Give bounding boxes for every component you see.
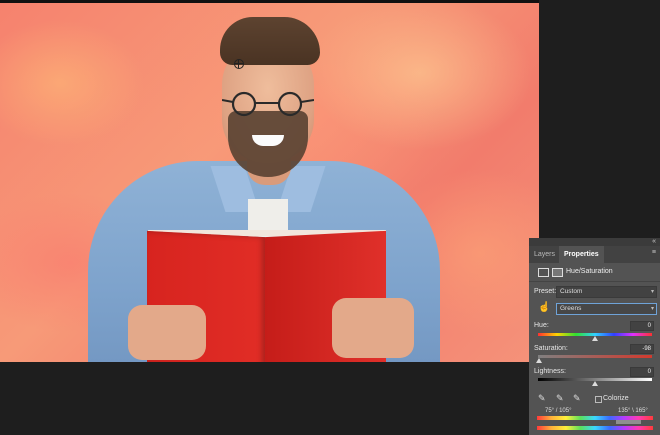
eyedropper-subtract-icon[interactable]: ✎ [573, 393, 581, 404]
tab-layers[interactable]: Layers [529, 246, 560, 263]
workspace-background [539, 0, 660, 238]
lightness-label: Lightness: [534, 368, 566, 375]
adjustment-title: Hue/Saturation [566, 268, 613, 275]
right-hand [332, 298, 414, 358]
eyedropper-add-icon[interactable]: ✎ [556, 393, 564, 404]
preset-select[interactable]: Custom ▾ [556, 286, 657, 298]
channel-select[interactable]: Greens ▾ [556, 303, 657, 315]
workspace-background-bottom [0, 362, 529, 435]
subject-glasses [222, 91, 314, 117]
lightness-slider-thumb[interactable] [592, 381, 598, 386]
properties-panel: « Layers Properties ≡ Hue/Saturation Pre… [529, 238, 660, 435]
panel-title-bar: « [529, 238, 660, 246]
eyedropper-icon[interactable]: ✎ [538, 393, 546, 404]
tab-properties[interactable]: Properties [559, 246, 604, 263]
document-canvas[interactable] [0, 3, 539, 362]
colorize-label: Colorize [603, 395, 629, 402]
colorize-checkbox[interactable] [595, 396, 602, 403]
collapse-panel-icon[interactable]: « [652, 238, 656, 245]
hue-label: Hue: [534, 322, 549, 329]
layer-mask-icon[interactable] [552, 268, 563, 277]
preset-value: Custom [560, 288, 583, 295]
color-spectrum-bottom [537, 426, 653, 430]
chevron-down-icon: ▾ [650, 289, 654, 295]
hue-value-field[interactable]: 0 [630, 321, 654, 331]
range-right-text: 135° \ 165° [618, 408, 648, 414]
saturation-slider-track[interactable] [538, 355, 652, 358]
chevron-down-icon: ▾ [650, 306, 654, 312]
saturation-label: Saturation: [534, 345, 568, 352]
color-range-bar[interactable] [616, 420, 641, 424]
panel-menu-icon[interactable]: ≡ [652, 249, 656, 256]
saturation-value-field[interactable]: -98 [630, 344, 654, 354]
lightness-value-field[interactable]: 0 [630, 367, 654, 377]
preset-label: Preset: [534, 288, 557, 295]
subject-hair [220, 17, 320, 65]
targeted-adjustment-hand-icon[interactable]: ☝ [538, 302, 550, 313]
saturation-slider-thumb[interactable] [536, 358, 543, 363]
hue-slider-thumb[interactable] [592, 336, 598, 341]
panel-tabs: Layers Properties ≡ [529, 246, 660, 263]
divider [529, 281, 660, 282]
channel-value: Greens [560, 305, 582, 312]
hue-saturation-adjustment-icon [538, 268, 549, 277]
left-hand [128, 305, 206, 360]
range-left-text: 75° / 105° [545, 408, 572, 414]
crosshair-cursor-icon [234, 59, 244, 69]
